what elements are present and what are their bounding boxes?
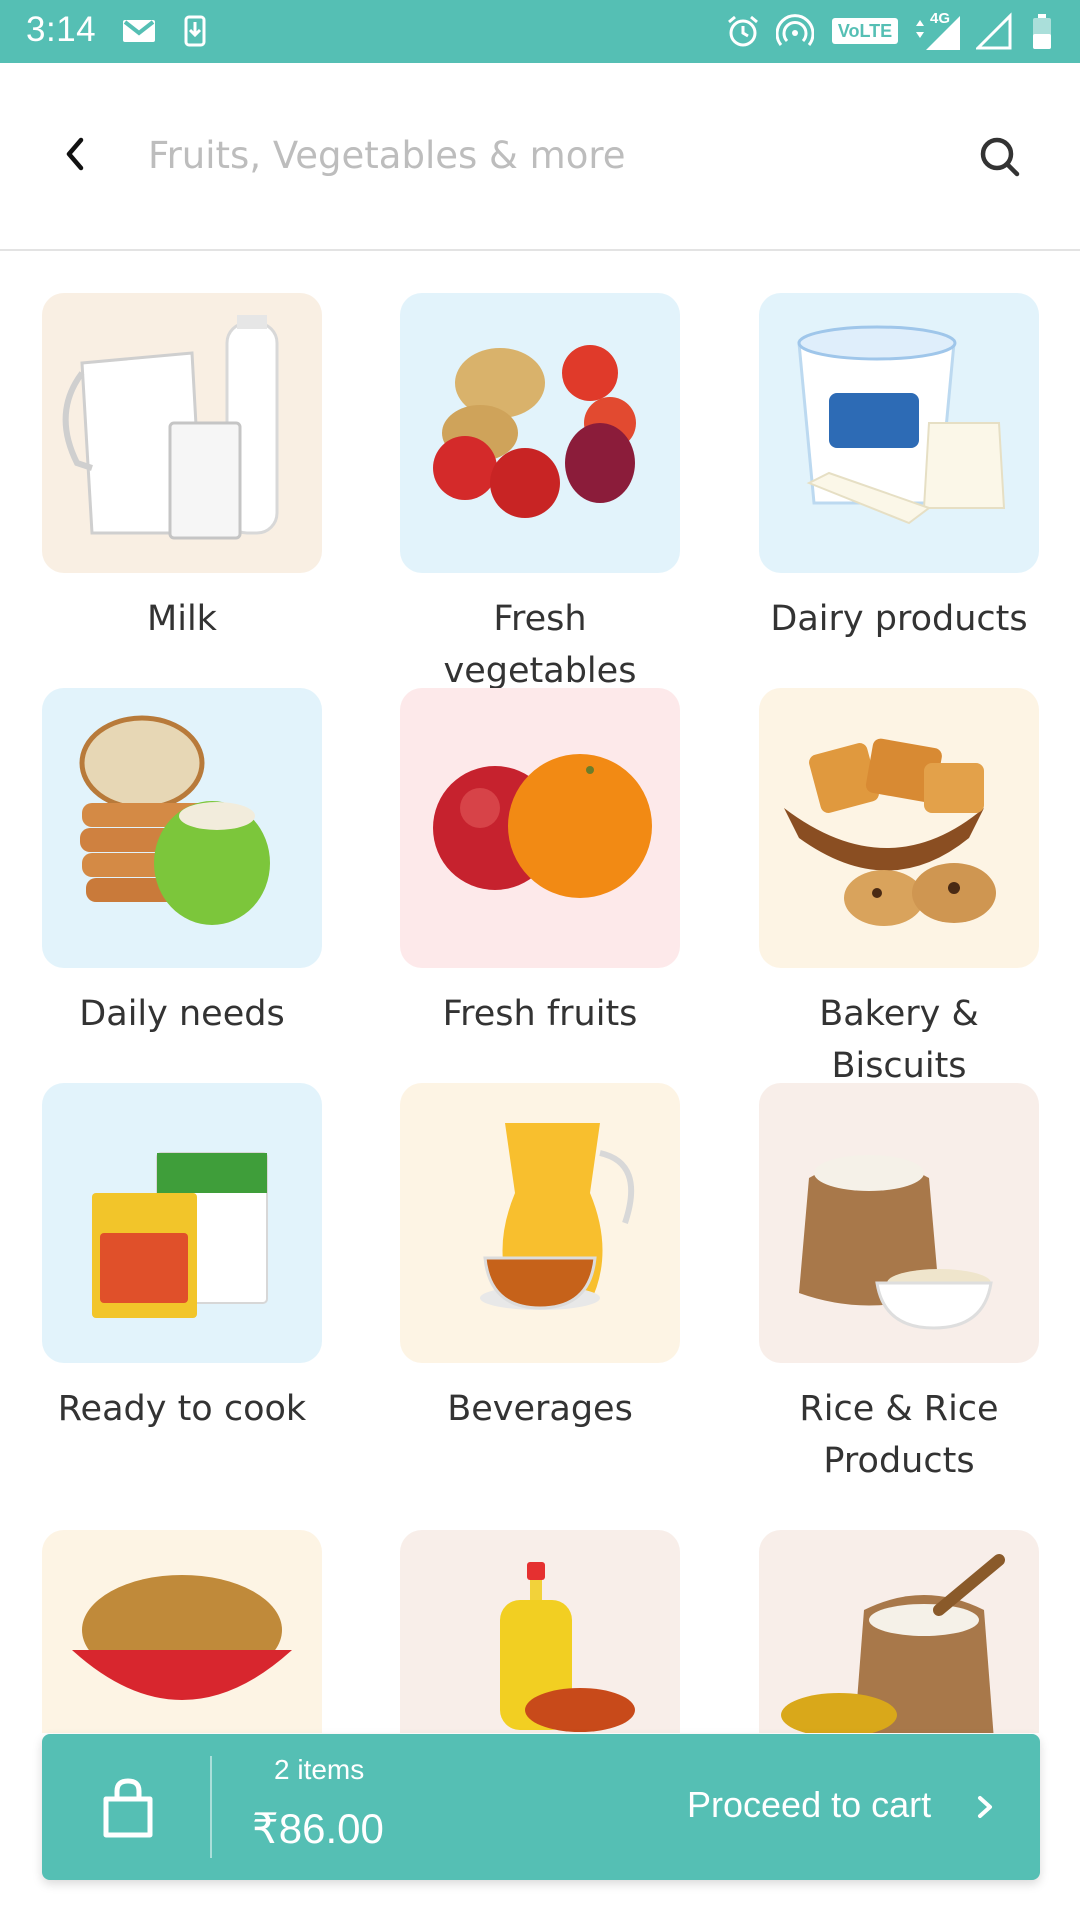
fruits-image bbox=[400, 688, 680, 968]
category-card-dairy-products[interactable]: Dairy products bbox=[759, 293, 1039, 645]
category-card-fresh-vegetables[interactable]: Fresh vegetables bbox=[400, 293, 680, 697]
category-label: Beverages bbox=[447, 1389, 633, 1429]
bakery-image bbox=[759, 688, 1039, 968]
cart-bar[interactable]: 2 items ₹86.00 Proceed to cart bbox=[42, 1734, 1040, 1880]
category-card-ready-to-cook[interactable]: Ready to cook bbox=[42, 1083, 322, 1435]
back-button[interactable] bbox=[50, 129, 100, 179]
vegetables-image bbox=[400, 293, 680, 573]
category-label: Bakery & Biscuits bbox=[819, 994, 979, 1086]
category-card-milk[interactable]: Milk bbox=[42, 293, 322, 645]
category-label: Milk bbox=[147, 599, 217, 639]
cart-item-count: 2 items bbox=[274, 1754, 365, 1785]
category-label: Dairy products bbox=[770, 599, 1028, 639]
status-time: 3:14 bbox=[26, 10, 97, 49]
milk-image bbox=[42, 293, 322, 573]
category-card-daily-needs[interactable]: Daily needs bbox=[42, 688, 322, 1040]
category-card-snacks[interactable] bbox=[42, 1530, 322, 1733]
shopping-bag-icon bbox=[103, 1778, 153, 1838]
hotspot-icon bbox=[776, 14, 814, 46]
proceed-to-cart-button[interactable]: Proceed to cart bbox=[687, 1784, 931, 1826]
search-icon bbox=[980, 137, 1020, 177]
download-icon bbox=[184, 15, 206, 47]
category-card-atta-flour[interactable] bbox=[759, 1530, 1039, 1733]
network-type-label: 4G bbox=[930, 10, 951, 27]
cart-divider bbox=[210, 1756, 212, 1858]
category-card-fresh-fruits[interactable]: Fresh fruits bbox=[400, 688, 680, 1040]
search-header bbox=[0, 63, 1080, 251]
category-card-beverages[interactable]: Beverages bbox=[400, 1083, 680, 1435]
category-card-oil-masala[interactable] bbox=[400, 1530, 680, 1733]
category-grid: Milk Fresh vegetables Dairy products Dai… bbox=[0, 253, 1080, 1733]
oil-masala-image bbox=[400, 1530, 680, 1733]
snacks-image bbox=[42, 1530, 322, 1733]
atta-flour-image bbox=[759, 1530, 1039, 1733]
category-card-rice[interactable]: Rice & Rice Products bbox=[759, 1083, 1039, 1487]
status-bar: 3:14 VoLTE 4G bbox=[0, 0, 1080, 63]
search-input[interactable] bbox=[148, 123, 948, 187]
chevron-left-icon bbox=[66, 137, 84, 171]
beverages-image bbox=[400, 1083, 680, 1363]
category-label: Fresh vegetables bbox=[443, 599, 637, 691]
category-label: Ready to cook bbox=[57, 1389, 307, 1429]
rice-image bbox=[759, 1083, 1039, 1363]
battery-icon bbox=[1033, 14, 1051, 49]
category-label: Fresh fruits bbox=[442, 994, 638, 1034]
dairy-image bbox=[759, 293, 1039, 573]
gmail-icon bbox=[123, 20, 155, 42]
cart-total: ₹86.00 bbox=[252, 1805, 384, 1852]
category-card-bakery-biscuits[interactable]: Bakery & Biscuits bbox=[759, 688, 1039, 1092]
alarm-icon bbox=[728, 15, 758, 47]
volte-label: VoLTE bbox=[837, 20, 893, 41]
signal-icon bbox=[976, 12, 1012, 50]
category-label: Daily needs bbox=[79, 994, 285, 1034]
chevron-right-icon bbox=[978, 1796, 992, 1818]
category-label: Rice & Rice Products bbox=[799, 1389, 999, 1481]
volte-icon: VoLTE bbox=[832, 18, 898, 44]
search-button[interactable] bbox=[970, 127, 1030, 187]
ready-to-cook-image bbox=[42, 1083, 322, 1363]
daily-needs-image bbox=[42, 688, 322, 968]
